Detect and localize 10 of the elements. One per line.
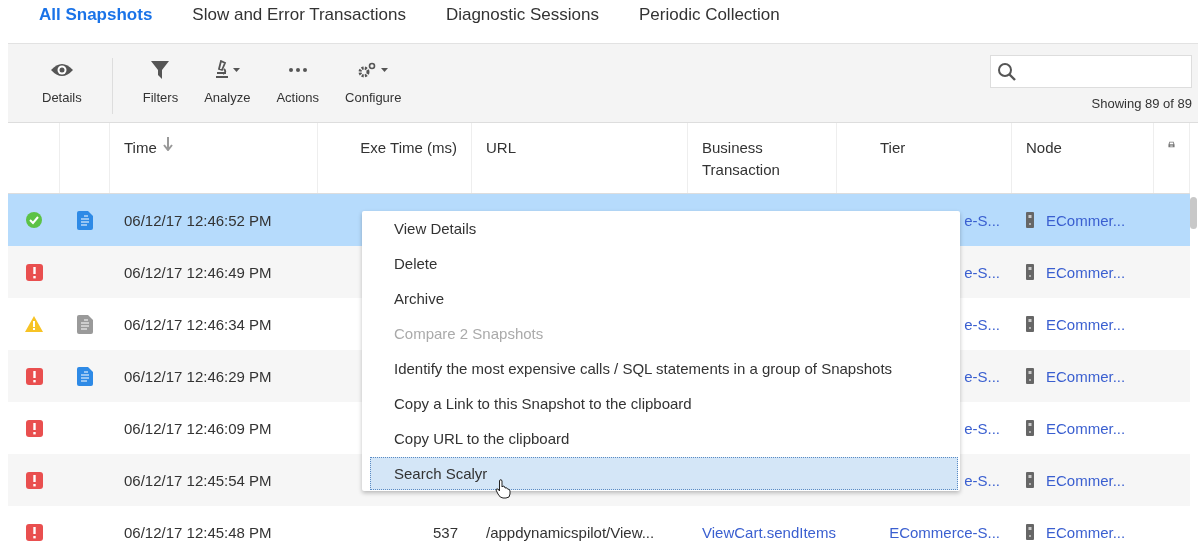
url-cell: /appdynamicspilot/View... [486, 523, 655, 541]
time-cell: 06/12/17 12:46:34 PM [124, 315, 272, 333]
time-cell: 06/12/17 12:45:48 PM [124, 523, 272, 541]
result-count: Showing 89 of 89 [1091, 96, 1192, 111]
time-cell: 06/12/17 12:46:09 PM [124, 419, 272, 437]
time-cell: 06/12/17 12:46:52 PM [124, 211, 272, 229]
time-cell: 06/12/17 12:46:29 PM [124, 367, 272, 385]
exe-time-cell: 537 [432, 523, 458, 541]
time-cell: 06/12/17 12:45:54 PM [124, 471, 272, 489]
time-cell: 06/12/17 12:46:49 PM [124, 263, 272, 281]
